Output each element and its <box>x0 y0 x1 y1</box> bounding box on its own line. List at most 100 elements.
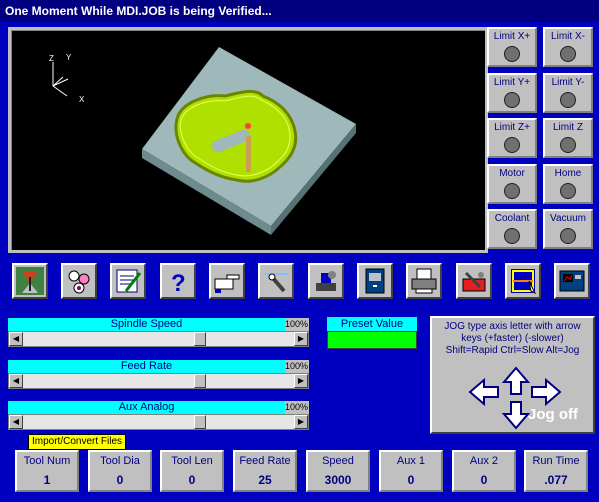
scroll-left-button[interactable]: ◀ <box>9 332 23 346</box>
toolbox-button[interactable] <box>456 263 492 299</box>
verify-icon <box>511 269 537 295</box>
limit-label: Motor <box>499 168 525 179</box>
status-label: Speed <box>322 455 354 467</box>
probe-icon <box>264 273 288 293</box>
scroll-right-button[interactable]: ▶ <box>294 374 308 388</box>
jog-down-arrow-icon <box>501 401 531 430</box>
axis-triad <box>52 62 69 97</box>
aux-analog-percent: 100% <box>285 401 309 414</box>
limit-label: Limit X- <box>551 31 585 42</box>
limit-z-minus-indicator: Limit Z <box>543 118 593 158</box>
limit-x-plus-indicator: Limit X+ <box>487 27 537 67</box>
preset-value-label: Preset Value <box>327 317 417 331</box>
machine-setup-icon <box>316 271 336 291</box>
aux-analog-slider[interactable]: ◀ ▶ <box>8 414 309 430</box>
limit-label: Limit Y- <box>551 77 585 88</box>
home-indicator: Home <box>543 164 593 204</box>
limit-label: Limit X+ <box>493 31 531 42</box>
status-value: 3000 <box>324 473 352 487</box>
status-led <box>560 183 576 199</box>
limit-label: Vacuum <box>550 213 586 224</box>
feed-rate-status: Feed Rate 25 <box>233 450 297 492</box>
tool-setup-button[interactable] <box>12 263 48 299</box>
slider-thumb[interactable] <box>193 415 206 429</box>
verify-button[interactable] <box>505 263 541 299</box>
status-led <box>560 46 576 62</box>
scroll-right-button[interactable]: ▶ <box>294 415 308 429</box>
feed-rate-slider[interactable]: ◀ ▶ <box>8 373 309 389</box>
status-label: Feed Rate <box>239 455 291 467</box>
limit-z-plus-indicator: Limit Z+ <box>487 118 537 158</box>
status-label: Tool Len <box>171 455 213 467</box>
status-led <box>504 46 520 62</box>
window-title: One Moment While MDI.JOB is being Verifi… <box>5 4 272 18</box>
limit-label: Home <box>554 168 582 179</box>
aux-2-status: Aux 2 0 <box>452 450 516 492</box>
tool-library-button[interactable] <box>61 263 97 299</box>
limit-x-minus-indicator: Limit X- <box>543 27 593 67</box>
printer-icon <box>411 268 437 294</box>
jog-left-arrow-icon <box>468 377 499 407</box>
pointer-button[interactable] <box>209 263 245 299</box>
slider-thumb[interactable] <box>193 374 206 388</box>
edit-program-button[interactable] <box>110 263 146 299</box>
vacuum-indicator: Vacuum <box>543 209 593 249</box>
axis-y-label: Y <box>66 53 72 62</box>
probe-button[interactable] <box>258 263 294 299</box>
status-label: Aux 1 <box>396 455 426 467</box>
coolant-indicator: Coolant <box>487 209 537 249</box>
file-cabinet-button[interactable] <box>357 263 393 299</box>
status-value: 0 <box>116 473 124 487</box>
status-led <box>560 92 576 108</box>
speed-status: Speed 3000 <box>306 450 370 492</box>
feed-rate-label: Feed Rate <box>8 360 285 373</box>
status-led <box>504 92 520 108</box>
tool-dia-status: Tool Dia 0 <box>88 450 152 492</box>
scroll-left-button[interactable]: ◀ <box>9 374 23 388</box>
title-bar: One Moment While MDI.JOB is being Verifi… <box>0 0 599 22</box>
status-label: Tool Num <box>23 455 71 467</box>
status-value: 0 <box>407 473 415 487</box>
jog-status: Jog off <box>528 406 578 423</box>
scroll-right-button[interactable]: ▶ <box>294 332 308 346</box>
machine-setup-button[interactable] <box>308 263 344 299</box>
tool-num-status: Tool Num 1 <box>15 450 79 492</box>
status-led <box>560 137 576 153</box>
jog-right-arrow-icon <box>531 377 562 407</box>
limit-y-minus-indicator: Limit Y- <box>543 73 593 113</box>
toolpath-viewport[interactable]: Z Y X <box>8 27 488 253</box>
status-value: 1 <box>43 473 51 487</box>
spindle-speed-slider[interactable]: ◀ ▶ <box>8 331 309 347</box>
tooltip: Import/Convert Files <box>28 434 127 450</box>
controller-button[interactable] <box>554 263 590 299</box>
print-button[interactable] <box>406 263 442 299</box>
status-value: .077 <box>544 473 568 487</box>
jog-instructions: JOG type axis letter with arrow keys (+f… <box>444 321 581 356</box>
run-time-status: Run Time .077 <box>524 450 588 492</box>
axis-x-label: X <box>79 95 85 104</box>
toolbox-icon <box>462 271 486 292</box>
controller-icon <box>559 270 585 292</box>
tool-library-icon <box>68 270 90 294</box>
limit-label: Limit Z <box>553 122 583 133</box>
preset-value-field[interactable] <box>327 331 417 349</box>
svg-text:?: ? <box>171 270 186 295</box>
limit-y-plus-indicator: Limit Y+ <box>487 73 537 113</box>
feed-rate-percent: 100% <box>285 360 309 373</box>
aux-1-status: Aux 1 0 <box>379 450 443 492</box>
scroll-left-button[interactable]: ◀ <box>9 415 23 429</box>
aux-analog-label: Aux Analog <box>8 401 285 414</box>
jog-panel[interactable]: JOG type axis letter with arrow keys (+f… <box>430 316 595 434</box>
motor-indicator: Motor <box>487 164 537 204</box>
status-led <box>504 228 520 244</box>
status-label: Tool Dia <box>100 455 140 467</box>
file-cabinet-icon <box>365 268 385 294</box>
status-value: 0 <box>480 473 488 487</box>
help-icon: ? <box>171 270 186 295</box>
slider-thumb[interactable] <box>193 332 206 346</box>
help-button[interactable]: ? <box>160 263 196 299</box>
status-label: Aux 2 <box>469 455 499 467</box>
part-render: Z Y X <box>49 47 356 235</box>
pointing-hand-icon <box>214 274 240 293</box>
edit-document-icon <box>116 269 142 293</box>
